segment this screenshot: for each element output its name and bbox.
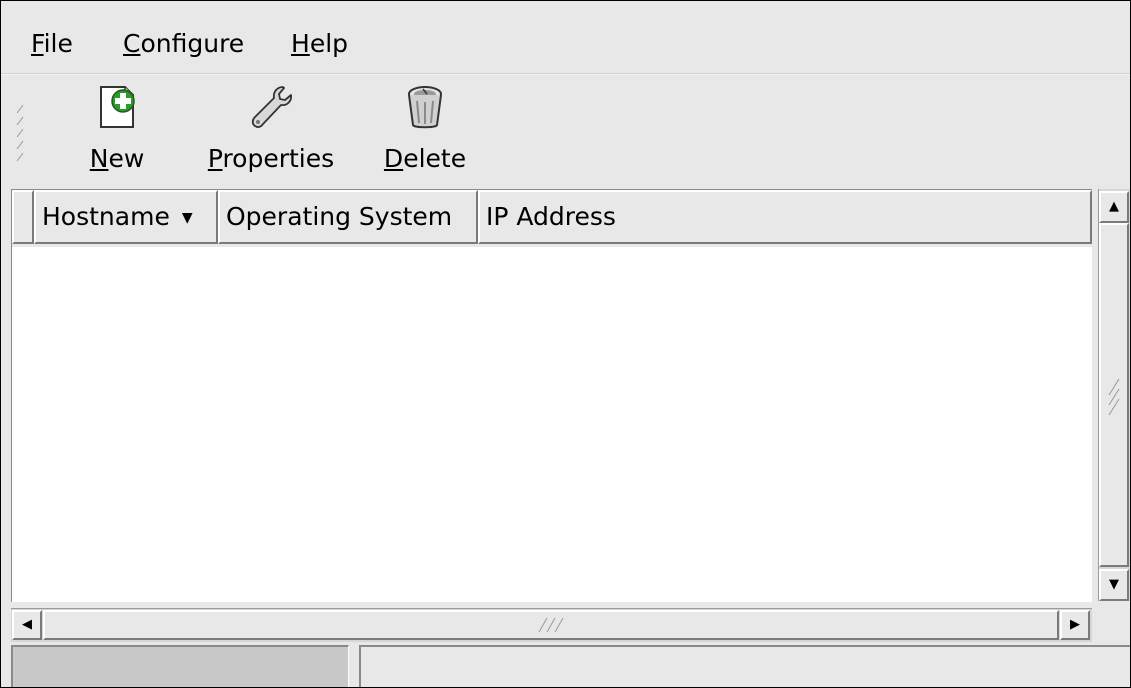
- properties-button[interactable]: Properties: [201, 83, 341, 183]
- vertical-scrollbar[interactable]: ▲ ▼: [1098, 189, 1130, 601]
- delete-button-label: Delete: [383, 144, 467, 173]
- new-button-label: New: [89, 144, 145, 173]
- list-header: Hostname ▼ Operating System IP Address: [12, 190, 1092, 247]
- horizontal-scroll-thumb[interactable]: [43, 610, 1059, 640]
- thumb-grip-icon: [1108, 378, 1120, 416]
- toolbar: New Properties Delete: [1, 74, 1130, 189]
- wrench-icon: [251, 86, 293, 128]
- menu-help[interactable]: Help: [291, 27, 348, 61]
- new-document-plus-icon: [100, 86, 135, 128]
- column-header-operating-system[interactable]: Operating System: [218, 190, 478, 244]
- status-text: [359, 645, 1130, 687]
- arrow-left-icon: ◀: [22, 617, 32, 632]
- vertical-scroll-thumb[interactable]: [1099, 223, 1129, 567]
- column-header-hostname[interactable]: Hostname ▼: [34, 190, 218, 244]
- properties-button-label: Properties: [207, 144, 335, 173]
- status-bar: [1, 645, 1130, 687]
- scroll-up-button[interactable]: ▲: [1099, 191, 1129, 223]
- arrow-up-icon: ▲: [1109, 199, 1119, 214]
- sort-descending-icon: ▼: [181, 210, 193, 226]
- progress-bar: [11, 645, 349, 687]
- thumb-grip-icon: [538, 617, 564, 633]
- scroll-down-button[interactable]: ▼: [1099, 569, 1129, 601]
- arrow-down-icon: ▼: [1109, 577, 1119, 592]
- trash-can-icon: [408, 86, 442, 129]
- column-header-ip-address[interactable]: IP Address: [478, 190, 1092, 244]
- arrow-right-icon: ▶: [1070, 617, 1080, 632]
- new-button[interactable]: New: [79, 83, 155, 183]
- menu-bar: File Configure Help: [1, 1, 1130, 74]
- toolbar-grip-handle[interactable]: [9, 101, 31, 171]
- host-list[interactable]: Hostname ▼ Operating System IP Address: [11, 189, 1092, 602]
- scroll-left-button[interactable]: ◀: [12, 610, 42, 640]
- scroll-right-button[interactable]: ▶: [1060, 610, 1090, 640]
- delete-button[interactable]: Delete: [379, 83, 471, 183]
- menu-file[interactable]: File: [31, 27, 73, 61]
- header-spacer: [12, 190, 34, 244]
- app-window: File Configure Help New Properties Delet…: [0, 0, 1131, 688]
- menu-configure[interactable]: Configure: [123, 27, 244, 61]
- horizontal-scrollbar[interactable]: ◀ ▶: [11, 608, 1092, 642]
